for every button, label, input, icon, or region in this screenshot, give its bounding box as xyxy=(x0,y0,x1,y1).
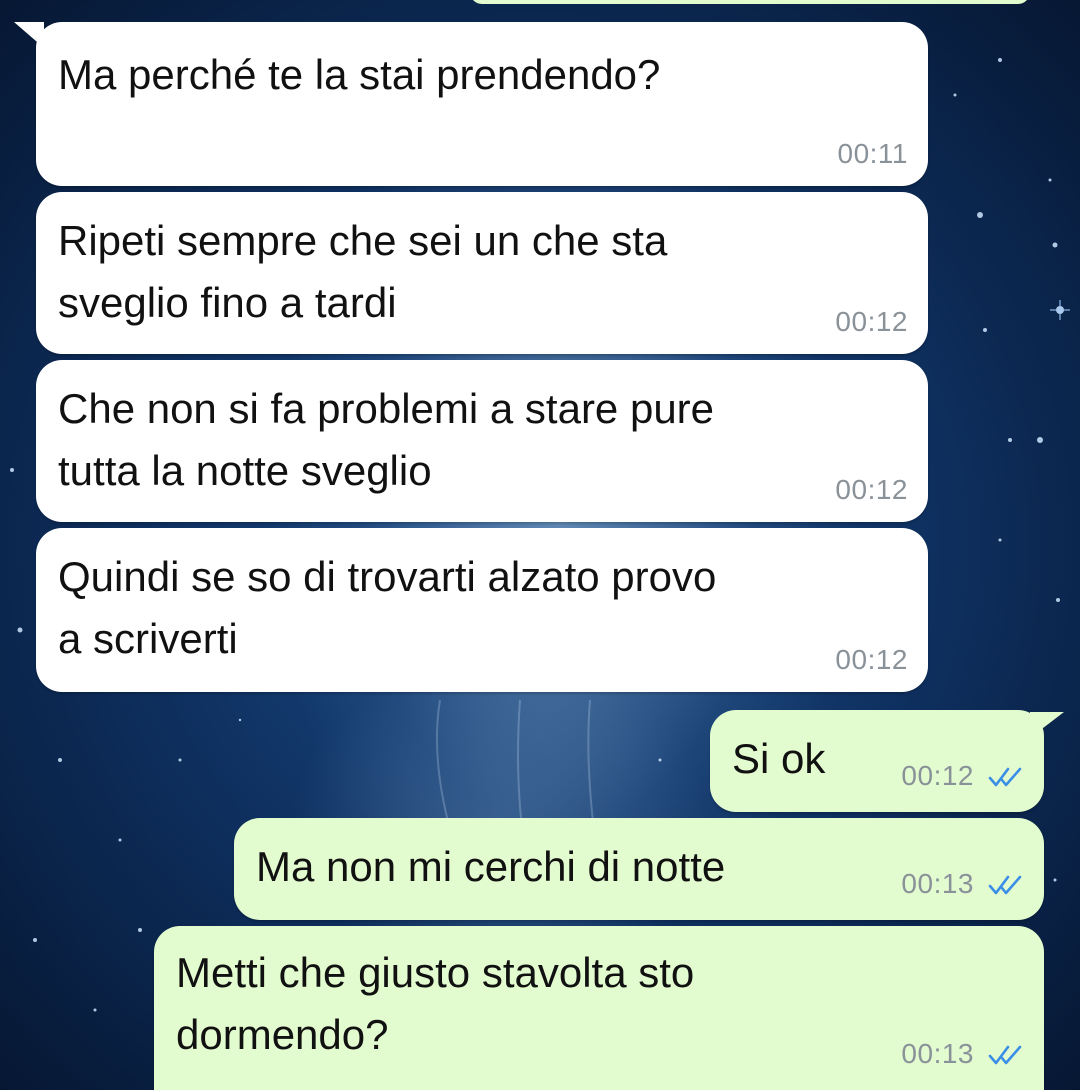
message-bubble-incoming[interactable]: Ma perché te la stai prendendo? 00:11 xyxy=(36,22,928,186)
message-bubble-incoming[interactable]: Che non si fa problemi a stare pure tutt… xyxy=(36,360,928,522)
message-bubble-outgoing[interactable]: Ma non mi cerchi di notte 00:13 xyxy=(234,818,1044,920)
message-bubble-incoming[interactable]: Quindi se so di trovarti alzato provo a … xyxy=(36,528,928,692)
message-text: Ripeti sempre che sei un che sta sveglio… xyxy=(58,217,668,326)
message-text: Che non si fa problemi a stare pure tutt… xyxy=(58,385,715,494)
message-timestamp: 00:13 xyxy=(901,1038,974,1069)
double-check-icon xyxy=(988,875,1022,895)
message-text: Ma perché te la stai prendendo? xyxy=(58,51,661,98)
message-timestamp: 00:12 xyxy=(901,760,974,791)
message-timestamp: 00:12 xyxy=(835,474,908,505)
double-check-icon xyxy=(988,1045,1022,1065)
message-text: Metti che giusto stavolta sto dormendo? xyxy=(176,949,695,1058)
message-text: Ma non mi cerchi di notte xyxy=(256,843,726,890)
message-timestamp: 00:13 xyxy=(901,868,974,899)
message-timestamp: 00:12 xyxy=(835,644,908,675)
message-timestamp: 00:12 xyxy=(835,306,908,337)
message-text: Quindi se so di trovarti alzato provo a … xyxy=(58,553,717,662)
double-check-icon xyxy=(988,767,1022,787)
message-bubble-outgoing[interactable]: Metti che giusto stavolta sto dormendo? … xyxy=(154,926,1044,1090)
previous-message-edge xyxy=(470,0,1030,4)
message-text: Si ok xyxy=(732,735,826,782)
message-bubble-outgoing[interactable]: Si ok 00:12 xyxy=(710,710,1044,812)
message-timestamp: 00:11 xyxy=(837,138,908,169)
message-bubble-incoming[interactable]: Ripeti sempre che sei un che sta sveglio… xyxy=(36,192,928,354)
